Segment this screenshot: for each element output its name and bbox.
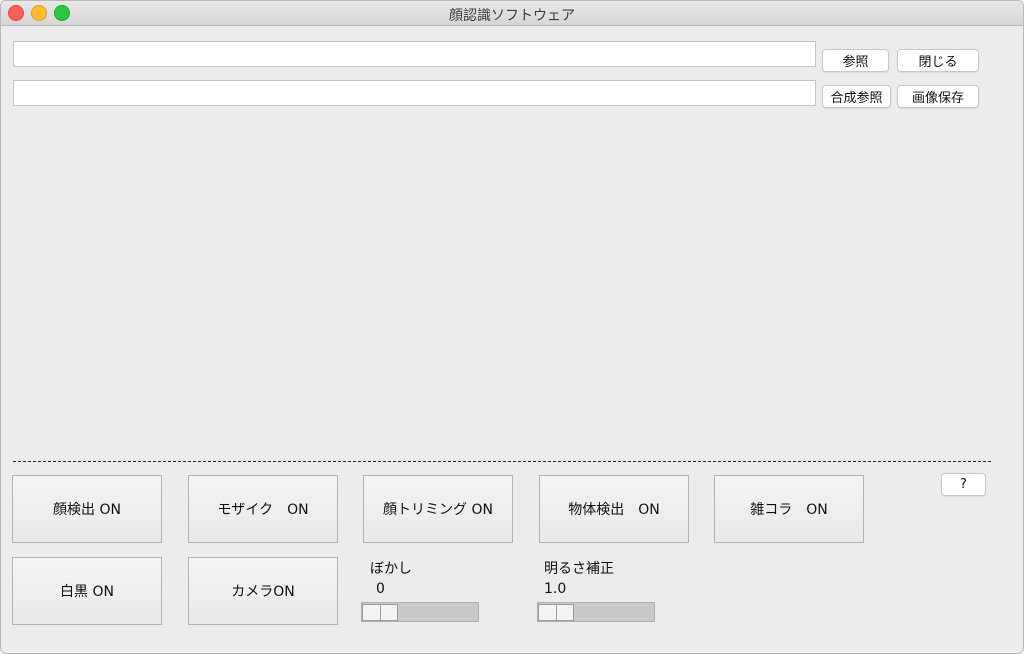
camera-button[interactable]: カメラON — [188, 557, 338, 625]
browse-button[interactable]: 参照 — [822, 49, 889, 72]
grayscale-button[interactable]: 白黒 ON — [12, 557, 162, 625]
brightness-slider-thumb[interactable] — [538, 604, 574, 621]
brightness-slider[interactable] — [537, 602, 655, 622]
blur-slider[interactable] — [361, 602, 479, 622]
blur-slider-thumb[interactable] — [362, 604, 398, 621]
blur-value: 0 — [376, 581, 385, 597]
help-button[interactable]: ? — [941, 473, 986, 496]
brightness-label: 明るさ補正 — [544, 561, 614, 577]
collage-button[interactable]: 雑コラ ON — [714, 475, 864, 543]
blur-label: ぼかし — [370, 561, 412, 577]
image-path-input[interactable] — [13, 41, 816, 67]
app-window: 顔認識ソフトウェア 参照 閉じる 合成参照 画像保存 ? 顔検出 ON モザイク… — [0, 0, 1024, 654]
section-divider — [13, 461, 991, 462]
face-detect-button[interactable]: 顔検出 ON — [12, 475, 162, 543]
object-detect-button[interactable]: 物体検出 ON — [539, 475, 689, 543]
brightness-value: 1.0 — [544, 581, 567, 597]
composite-path-input[interactable] — [13, 80, 816, 106]
mosaic-button[interactable]: モザイク ON — [188, 475, 338, 543]
title-bar[interactable]: 顔認識ソフトウェア — [1, 1, 1023, 26]
save-image-button[interactable]: 画像保存 — [897, 85, 979, 108]
composite-browse-button[interactable]: 合成参照 — [822, 85, 891, 108]
window-title: 顔認識ソフトウェア — [449, 8, 575, 24]
face-trim-button[interactable]: 顔トリミング ON — [363, 475, 513, 543]
close-button[interactable]: 閉じる — [897, 49, 979, 72]
